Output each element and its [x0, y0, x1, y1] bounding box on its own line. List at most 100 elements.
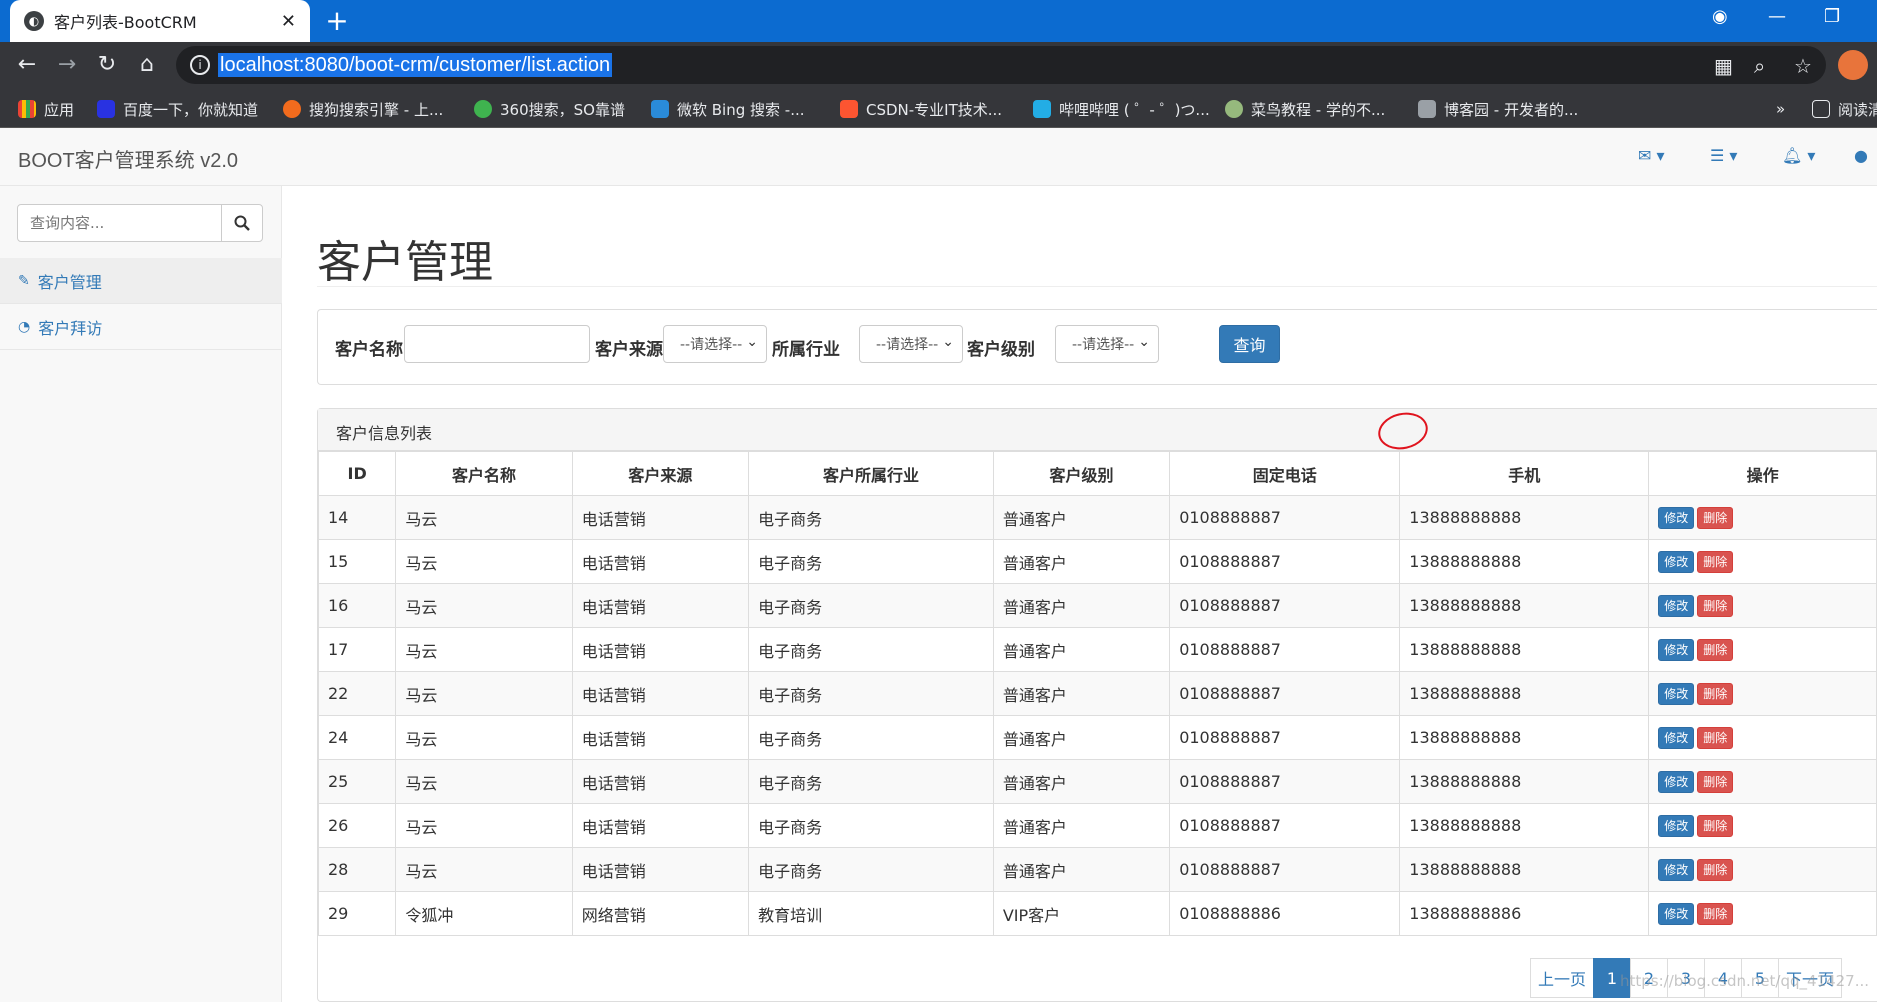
- bing-icon: [651, 100, 669, 118]
- envelope-icon[interactable]: ✉ ▾: [1638, 146, 1665, 165]
- table-cell: 电话营销: [571, 583, 750, 628]
- table-row: 28 马云 电话营销 电子商务 普通客户 0108888887 13888888888 修改删…: [317, 847, 1877, 892]
- table-cell: 0108888887: [1169, 759, 1401, 804]
- delete-button[interactable]: 删除: [1697, 506, 1734, 529]
- home-icon[interactable]: ⌂: [132, 50, 162, 80]
- bookmark-baidu[interactable]: 百度一下，你就知道: [97, 98, 258, 120]
- tasks-icon[interactable]: ☰ ▾: [1710, 146, 1737, 165]
- table-cell: 0108888887: [1169, 803, 1401, 848]
- sidebar-item-customer-visits[interactable]: ◔ 客户拜访: [0, 304, 282, 350]
- table-cell: 13888888888: [1399, 671, 1650, 716]
- bookmark-apps[interactable]: 应用: [18, 98, 74, 120]
- site-info-icon[interactable]: i: [190, 55, 210, 75]
- table-row: 25 马云 电话营销 电子商务 普通客户 0108888887 13888888888 修改删…: [317, 759, 1877, 804]
- customer-list-panel: 客户信息列表 ID 客户名称 客户来源 客户所属行业 客户级别 固定电话 手机 …: [317, 408, 1877, 1002]
- delete-button[interactable]: 删除: [1697, 814, 1734, 837]
- apps-grid-icon[interactable]: ▦: [1714, 54, 1733, 78]
- edit-button[interactable]: 修改: [1658, 814, 1695, 837]
- bookmark-runoob[interactable]: 菜鸟教程 - 学的不...: [1225, 98, 1385, 120]
- edit-button[interactable]: 修改: [1658, 726, 1695, 749]
- table-cell: 13888888888: [1399, 759, 1650, 804]
- user-icon[interactable]: ●: [1854, 146, 1868, 165]
- delete-button[interactable]: 删除: [1697, 902, 1734, 925]
- search-button[interactable]: [221, 204, 263, 242]
- table-cell: 电话营销: [571, 627, 750, 672]
- industry-select[interactable]: --请选择-- ⌄: [859, 325, 963, 363]
- close-tab-icon[interactable]: ✕: [281, 11, 296, 32]
- chevron-down-icon: ⌄: [942, 334, 954, 350]
- address-bar[interactable]: i localhost:8080/boot-crm/customer/list.…: [176, 46, 1826, 84]
- row-actions: 修改 删除: [1648, 583, 1877, 628]
- bookmark-csdn[interactable]: CSDN-专业IT技术...: [840, 98, 1002, 120]
- forward-icon[interactable]: →: [52, 50, 82, 80]
- bilibili-icon: [1033, 100, 1051, 118]
- watermark: https://blog.csdn.net/qq_41427...: [1620, 972, 1870, 990]
- zoom-icon[interactable]: ⌕: [1754, 54, 1765, 78]
- delete-button[interactable]: 删除: [1697, 858, 1734, 881]
- filter-panel: 客户名称 客户来源 --请选择-- ⌄ 所属行业 --请选择-- ⌄ 客户级别 --…: [317, 309, 1877, 385]
- row-actions: 修改 删除: [1648, 759, 1877, 804]
- url-text[interactable]: localhost:8080/boot-crm/customer/list.ac…: [218, 53, 613, 77]
- bookmark-360[interactable]: 360搜索，SO靠谱: [474, 98, 625, 120]
- page-title: 客户管理: [317, 237, 493, 288]
- delete-button[interactable]: 删除: [1697, 770, 1734, 793]
- edit-button[interactable]: 修改: [1658, 902, 1695, 925]
- edit-button[interactable]: 修改: [1658, 506, 1695, 529]
- table-cell: 电子商务: [748, 803, 994, 848]
- table-cell: 13888888888: [1399, 495, 1650, 540]
- delete-button[interactable]: 删除: [1697, 550, 1734, 573]
- brand[interactable]: BOOT客户管理系统 v2.0: [18, 144, 238, 173]
- edit-icon: ✎: [18, 272, 30, 289]
- table-row: 14 马云 电话营销 电子商务 普通客户 0108888887 13888888888 修改删…: [317, 495, 1877, 540]
- new-tab-button[interactable]: +: [322, 6, 352, 36]
- browser-tab[interactable]: ◐ 客户列表-BootCRM ✕: [10, 0, 310, 42]
- table-cell: 马云: [395, 759, 573, 804]
- edit-button[interactable]: 修改: [1658, 682, 1695, 705]
- table-cell: 0108888887: [1169, 847, 1401, 892]
- table-cell: 马云: [395, 671, 573, 716]
- delete-button[interactable]: 删除: [1697, 638, 1734, 661]
- search-input[interactable]: [17, 204, 222, 242]
- table-cell: 14: [317, 495, 397, 540]
- bookmark-bing[interactable]: 微软 Bing 搜索 -...: [651, 98, 805, 120]
- customer-name-input[interactable]: [404, 325, 590, 363]
- customer-source-select[interactable]: --请选择-- ⌄: [663, 325, 767, 363]
- table-cell: 普通客户: [992, 539, 1171, 584]
- bookmark-sogou[interactable]: 搜狗搜索引擎 - 上...: [283, 98, 443, 120]
- apps-icon: [18, 100, 36, 118]
- reload-icon[interactable]: ↻: [92, 50, 122, 80]
- profile-avatar[interactable]: [1838, 50, 1868, 80]
- table-cell: 13888888888: [1399, 715, 1650, 760]
- delete-button[interactable]: 删除: [1697, 682, 1734, 705]
- customer-level-select[interactable]: --请选择-- ⌄: [1055, 325, 1159, 363]
- table-cell: 13888888888: [1399, 847, 1650, 892]
- 360-icon: [474, 100, 492, 118]
- column-header: ID: [317, 451, 397, 496]
- minimize-button[interactable]: —: [1768, 6, 1786, 27]
- delete-button[interactable]: 删除: [1697, 594, 1734, 617]
- edit-button[interactable]: 修改: [1658, 858, 1695, 881]
- globe-icon: ◐: [24, 11, 44, 31]
- bookmark-cnblogs[interactable]: 博客园 - 开发者的...: [1418, 98, 1578, 120]
- reading-list[interactable]: 阅读清单: [1812, 98, 1877, 120]
- bookmark-bilibili[interactable]: 哔哩哔哩 ( ゜- ゜)つ...: [1033, 98, 1210, 120]
- table-cell: 网络营销: [571, 891, 750, 936]
- bookmark-star-icon[interactable]: ☆: [1794, 54, 1812, 78]
- tab-search-icon[interactable]: ◉: [1712, 6, 1728, 27]
- edit-button[interactable]: 修改: [1658, 594, 1695, 617]
- bookmarks-overflow[interactable]: »: [1776, 98, 1785, 120]
- back-icon[interactable]: ←: [12, 50, 42, 80]
- edit-button[interactable]: 修改: [1658, 770, 1695, 793]
- edit-button[interactable]: 修改: [1658, 638, 1695, 661]
- table-cell: 0108888886: [1169, 891, 1401, 936]
- table-cell: 普通客户: [992, 759, 1171, 804]
- table-cell: 马云: [395, 847, 573, 892]
- restore-button[interactable]: ❐: [1824, 6, 1840, 27]
- sidebar-item-customer-management[interactable]: ✎ 客户管理: [0, 258, 282, 304]
- query-button[interactable]: 查询: [1219, 325, 1280, 363]
- edit-button[interactable]: 修改: [1658, 550, 1695, 573]
- table-cell: 22: [317, 671, 397, 716]
- delete-button[interactable]: 删除: [1697, 726, 1734, 749]
- prev-page-button[interactable]: 上一页: [1530, 958, 1594, 998]
- bell-icon[interactable]: 🔔︎ ▾: [1782, 146, 1815, 165]
